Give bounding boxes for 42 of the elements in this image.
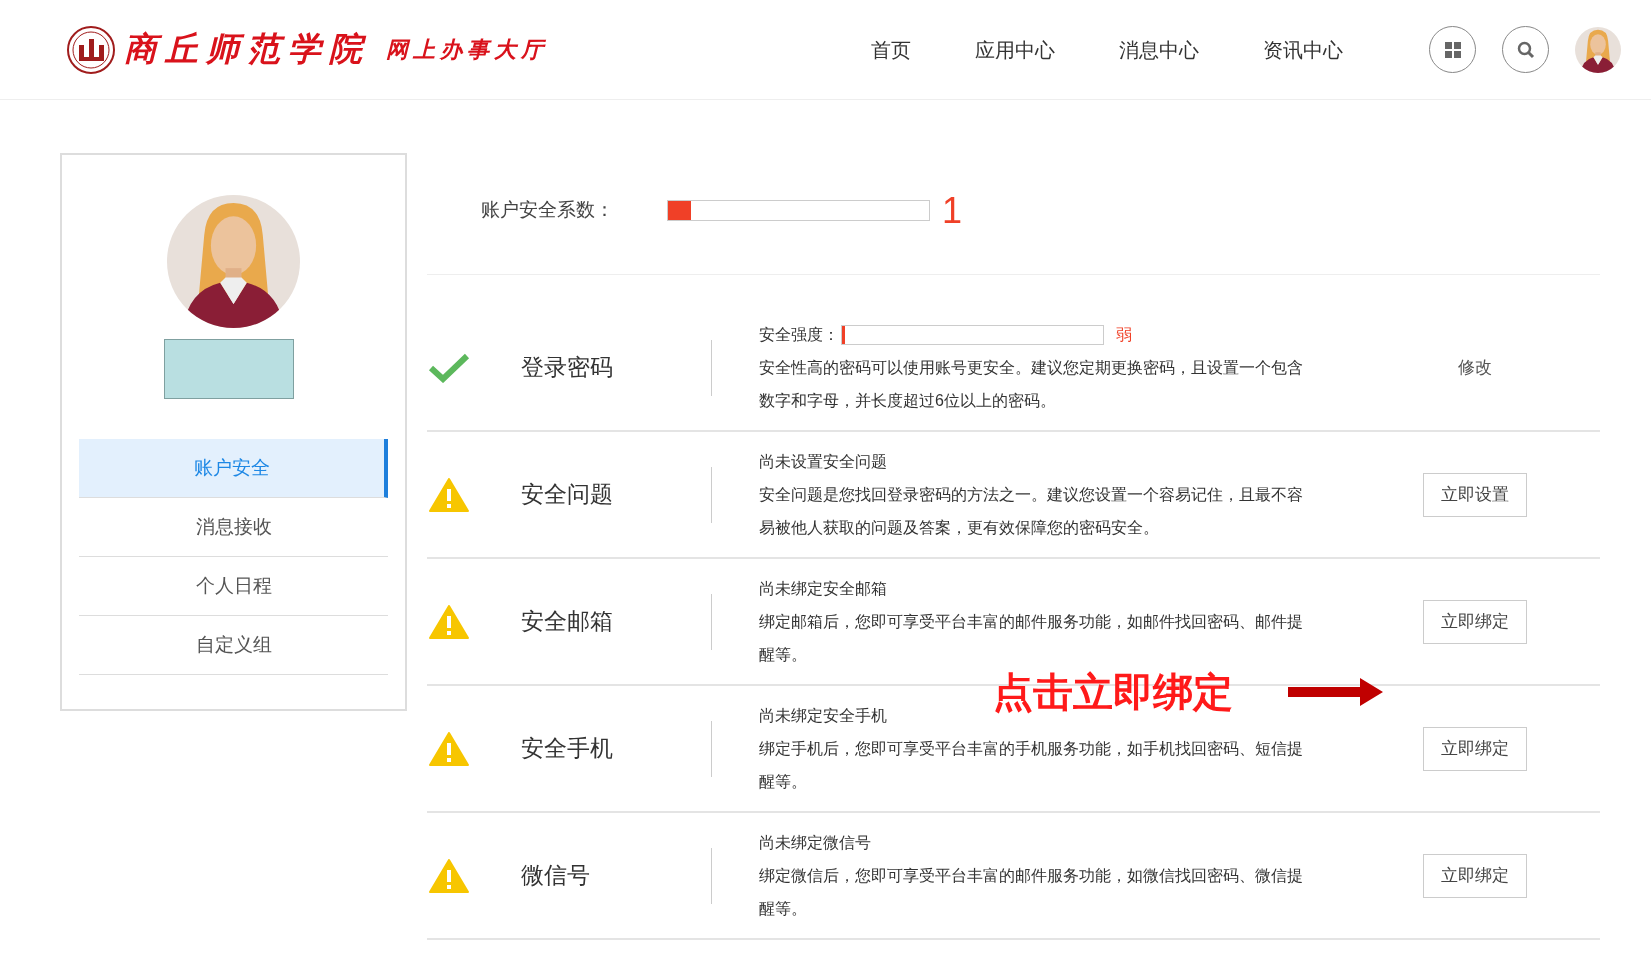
action-button[interactable]: 立即绑定 [1423,599,1527,644]
item-description: 绑定微信后，您即可享受平台丰富的邮件服务功能，如微信找回密码、微信提醒等。 [759,865,1304,919]
annotation-text: 点击立即绑定 [993,673,1233,713]
search-icon [1516,40,1535,59]
item-heading: 尚未设置安全问题 [759,451,888,472]
user-avatar [1575,26,1621,73]
item-title: 安全邮箱 [521,607,614,637]
item-heading: 尚未绑定安全手机 [759,705,888,726]
action-button[interactable]: 立即设置 [1423,472,1527,517]
grid-icon [1444,41,1461,58]
warning-icon [429,858,469,893]
sidebar-item[interactable]: 个人日程 [79,557,388,616]
score-value: 1 [942,192,963,229]
item-title: 安全问题 [521,480,614,510]
nav-link[interactable]: 应用中心 [975,34,1055,65]
nav-link[interactable]: 首页 [871,34,911,65]
score-label: 账户安全系数： [481,198,615,223]
warning-icon [429,604,469,639]
item-title: 安全手机 [521,734,614,764]
warning-icon [429,731,469,766]
logo-subtitle: 网上办事大厅 [386,36,548,64]
nav-link[interactable]: 资讯中心 [1263,34,1343,65]
strength-reading: 弱 [1116,324,1132,345]
sidebar-item[interactable]: 自定义组 [79,616,388,675]
item-heading: 尚未绑定微信号 [759,832,872,853]
action-button[interactable]: 立即绑定 [1423,853,1527,898]
logo-title: 商丘师范学院 [124,29,370,69]
strength-label: 安全强度： [759,324,839,345]
item-description: 绑定手机后，您即可享受平台丰富的手机服务功能，如手机找回密码、短信提醒等。 [759,738,1304,792]
item-description: 安全性高的密码可以使用账号更安全。建议您定期更换密码，且设置一个包含数字和字母，并长度超过6位以上的密码。 [759,357,1304,411]
action-button[interactable]: 立即绑定 [1423,726,1527,771]
school-seal-logo [66,24,116,75]
item-description: 安全问题是您找回登录密码的方法之一。建议您设置一个容易记住，且最不容易被他人获取的问题及答案，更有效保障您的密码安全。 [759,484,1304,538]
checkmark-icon [428,352,470,383]
item-description: 绑定邮箱后，您即可享受平台丰富的邮件服务功能，如邮件找回密码、邮件提醒等。 [759,611,1304,665]
modify-link[interactable]: 修改 [1458,354,1492,381]
nav-link[interactable]: 消息中心 [1119,34,1199,65]
sidebar-item[interactable]: 消息接收 [79,498,388,557]
item-title: 微信号 [521,861,591,891]
warning-icon [429,477,469,512]
item-title: 登录密码 [521,353,614,383]
item-heading: 尚未绑定安全邮箱 [759,578,888,599]
